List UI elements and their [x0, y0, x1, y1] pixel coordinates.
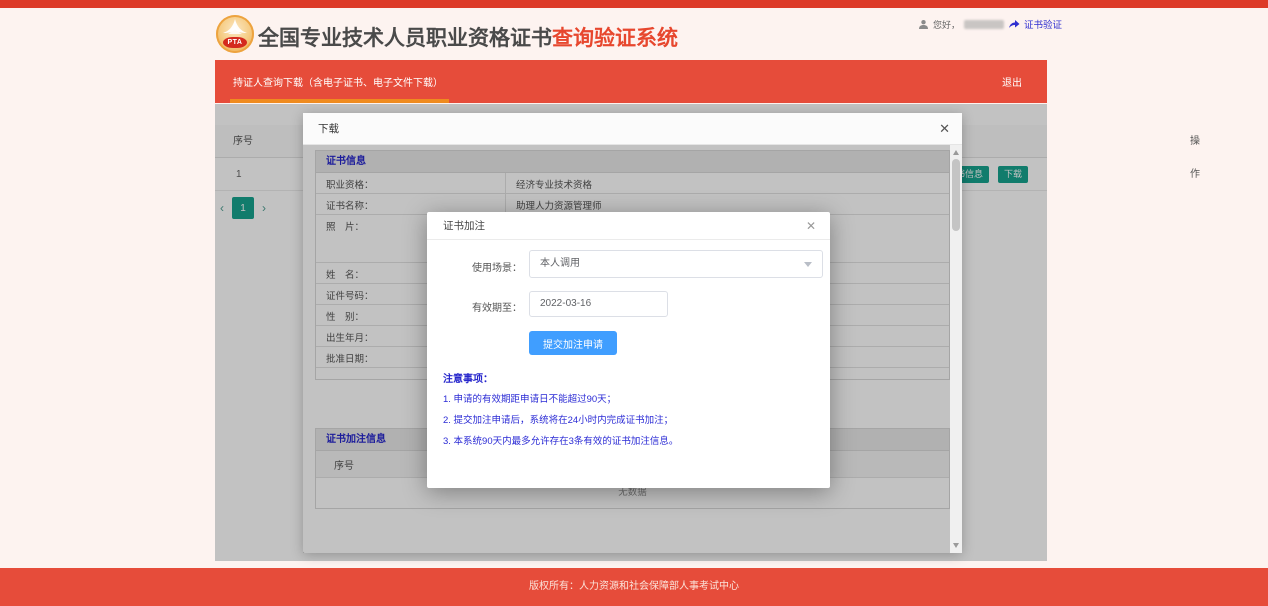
nav-item-label: 持证人查询下载（含电子证书、电子文件下载） — [233, 74, 443, 89]
expiry-date-input[interactable]: 2022-03-16 — [529, 291, 668, 317]
usage-scene-value: 本人调用 — [540, 251, 580, 277]
page-title-main: 全国专业技术人员职业资格证书 — [258, 27, 552, 50]
scrollbar-thumb[interactable] — [952, 159, 960, 231]
column-header-action: 操作 — [1190, 125, 1200, 191]
usage-scene-label: 使用场景： — [427, 259, 522, 274]
main-navbar: 持证人查询下载（含电子证书、电子文件下载） 退出 — [215, 60, 1047, 103]
top-accent-bar — [0, 0, 1268, 8]
scrollbar-down-icon[interactable] — [953, 543, 959, 548]
expiry-date-label: 有效期至： — [427, 299, 522, 314]
notes-title: 注意事项： — [443, 370, 493, 385]
nav-item-holder-query-download[interactable]: 持证人查询下载（含电子证书、电子文件下载） — [215, 60, 461, 103]
download-modal-title: 下载 — [318, 113, 339, 145]
download-modal-titlebar: 下载 ✕ — [303, 113, 962, 145]
chevron-down-icon — [804, 262, 812, 267]
user-area: 您好， 证书验证 — [918, 16, 1062, 32]
certificate-verify-link[interactable]: 证书验证 — [1024, 17, 1062, 31]
usage-scene-select[interactable]: 本人调用 — [529, 250, 823, 278]
user-icon — [918, 19, 929, 30]
share-arrow-icon — [1008, 19, 1020, 29]
redacted-username — [964, 20, 1004, 29]
logout-button[interactable]: 退出 — [977, 60, 1047, 103]
nav-spacer — [461, 60, 977, 103]
page-title: 全国专业技术人员职业资格证书查询验证系统 — [258, 22, 678, 52]
modal-scrollbar[interactable] — [950, 145, 962, 553]
annotation-modal-titlebar: 证书加注 ✕ — [427, 212, 830, 240]
annotation-modal: 证书加注 ✕ 使用场景： 本人调用 有效期至： 2022-03-16 提交加注申… — [427, 212, 830, 488]
footer-copyright: 版权所有：人力资源和社会保障部人事考试中心 — [0, 568, 1268, 606]
note-line-1: 1. 申请的有效期距申请日不能超过90天； — [443, 391, 616, 405]
page-title-accent: 查询验证系统 — [552, 27, 678, 50]
expiry-date-value: 2022-03-16 — [540, 292, 591, 316]
annotation-modal-title: 证书加注 — [443, 212, 485, 240]
annotation-modal-close-icon[interactable]: ✕ — [806, 212, 816, 240]
greeting-text: 您好， — [933, 18, 960, 31]
active-tab-underline — [230, 99, 449, 103]
page-header: PTA 全国专业技术人员职业资格证书查询验证系统 您好， 证书验证 — [0, 8, 1268, 60]
submit-annotation-button[interactable]: 提交加注申请 — [529, 331, 617, 355]
note-line-2: 2. 提交加注申请后，系统将在24小时内完成证书加注； — [443, 412, 673, 426]
pta-logo: PTA — [216, 15, 254, 53]
scrollbar-up-icon[interactable] — [953, 150, 959, 155]
note-line-3: 3. 本系统90天内最多允许存在3条有效的证书加注信息。 — [443, 433, 678, 447]
logo-pta-badge: PTA — [223, 37, 247, 48]
download-modal-close-icon[interactable]: ✕ — [939, 113, 950, 145]
